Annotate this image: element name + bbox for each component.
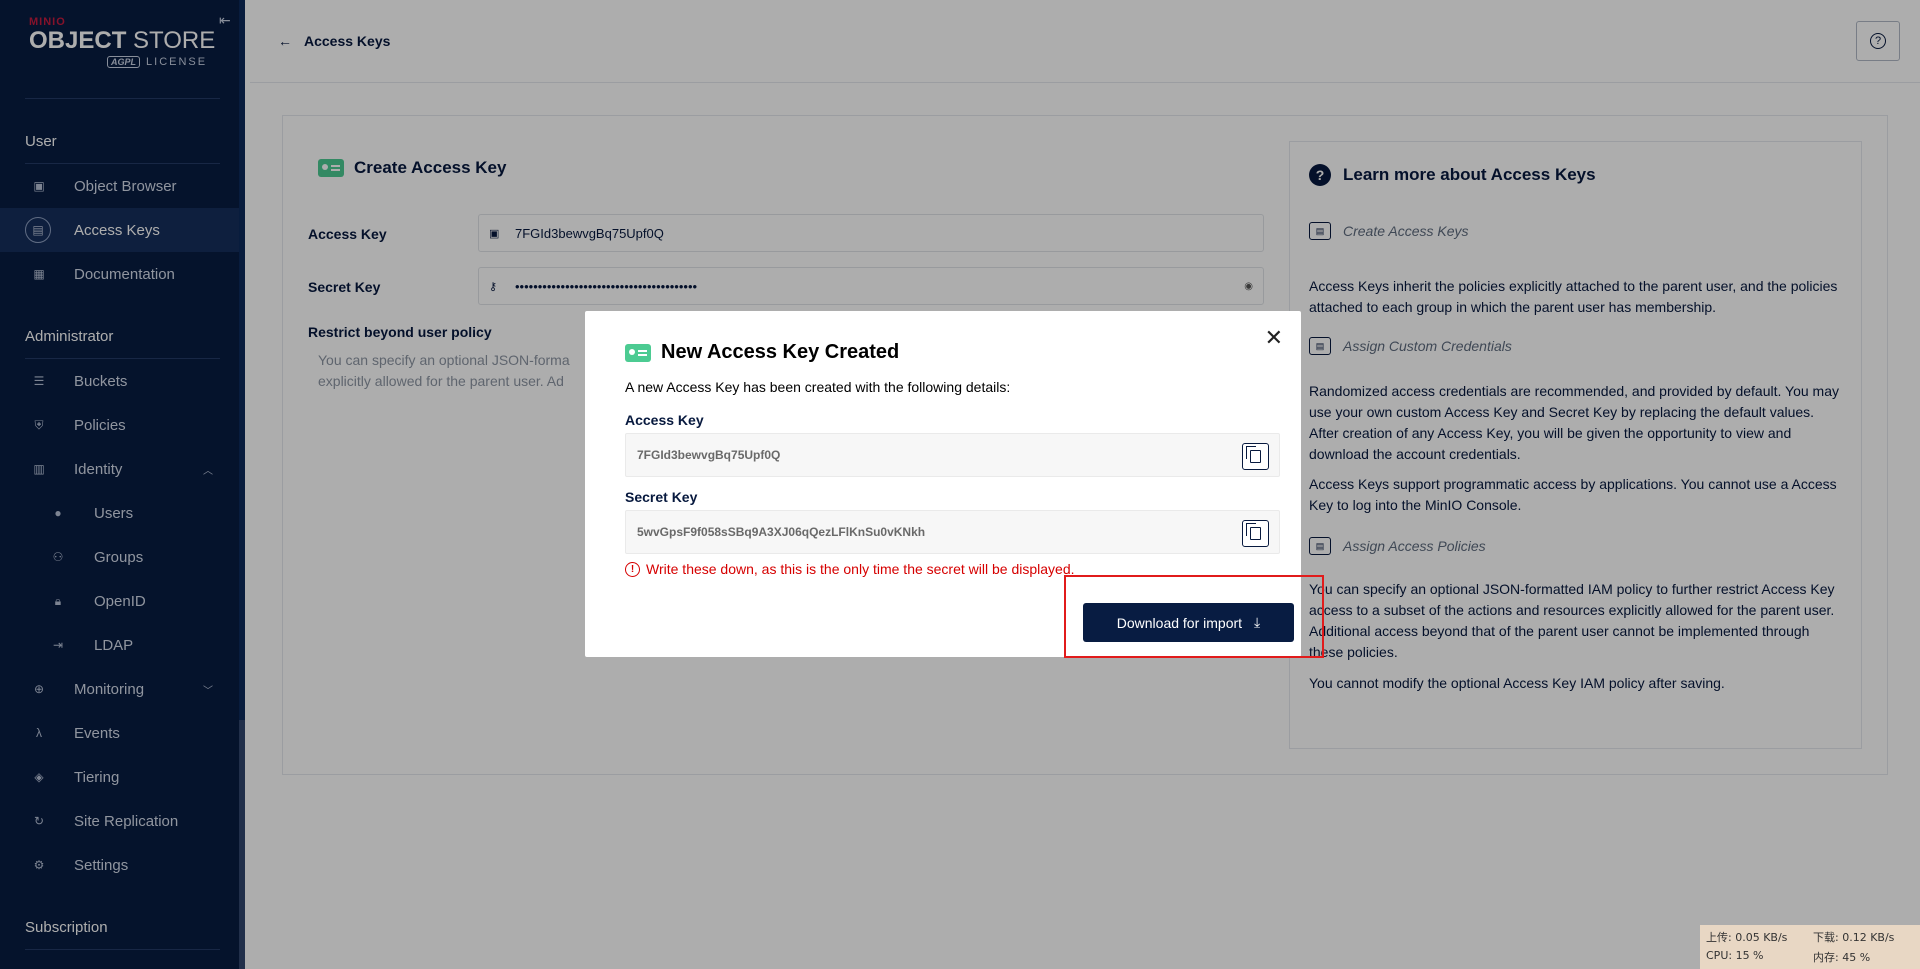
copy-access-key-button[interactable]: [1242, 443, 1269, 470]
id-card-icon: [625, 343, 651, 362]
copy-secret-key-button[interactable]: [1242, 520, 1269, 547]
dialog-title: New Access Key Created: [625, 341, 899, 364]
download-speed: 下载: 0.12 KB/s: [1813, 931, 1895, 944]
dialog-access-key-label: Access Key: [625, 412, 704, 428]
secret-warning-text: Write these down, as this is the only ti…: [646, 561, 1075, 577]
network-monitor-widget: 上传: 0.05 KB/s 下载: 0.12 KB/s CPU: 15 % 内存…: [1700, 925, 1920, 969]
dialog-secret-key-value: 5wvGpsF9f058sSBq9A3XJ06qQezLFlKnSu0vKNkh: [637, 525, 926, 539]
memory-usage: 内存: 45 %: [1813, 951, 1871, 964]
alert-circle-icon: !: [625, 561, 640, 577]
secret-warning: ! Write these down, as this is the only …: [625, 561, 1075, 577]
close-icon[interactable]: ✕: [1265, 327, 1283, 349]
copy-icon: [1246, 446, 1261, 463]
dialog-title-text: New Access Key Created: [661, 341, 900, 363]
annotation-highlight-box: [1064, 575, 1324, 658]
upload-speed: 上传: 0.05 KB/s: [1706, 931, 1788, 944]
dialog-description: A new Access Key has been created with t…: [625, 379, 1011, 395]
dialog-secret-key-field[interactable]: 5wvGpsF9f058sSBq9A3XJ06qQezLFlKnSu0vKNkh: [625, 510, 1280, 554]
cpu-usage: CPU: 15 %: [1706, 949, 1764, 962]
copy-icon: [1246, 523, 1261, 540]
dialog-access-key-value: 7FGId3bewvgBq75Upf0Q: [637, 448, 781, 462]
dialog-secret-key-label: Secret Key: [625, 489, 698, 505]
dialog-access-key-field[interactable]: 7FGId3bewvgBq75Upf0Q: [625, 433, 1280, 477]
